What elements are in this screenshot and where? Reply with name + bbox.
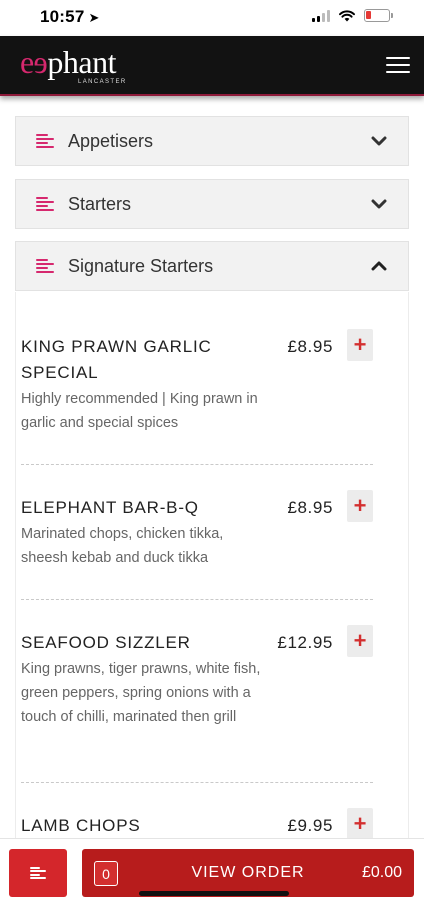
- item-name: KING PRAWN GARLIC SPECIAL: [21, 337, 212, 382]
- hamburger-menu-icon[interactable]: [386, 57, 410, 73]
- chevron-down-icon: [370, 195, 388, 213]
- menu-item-seafood-sizzler: SEAFOOD SIZZLER King prawns, tiger prawn…: [21, 625, 373, 729]
- category-signature-starters[interactable]: Signature Starters: [15, 241, 409, 291]
- menu-item-lamb-chops: LAMB CHOPS £9.95 +: [21, 808, 373, 838]
- plus-icon: +: [353, 493, 367, 518]
- category-starters[interactable]: Starters: [15, 179, 409, 229]
- location-arrow-icon: ➤: [88, 10, 100, 25]
- cellular-signal-icon: [312, 9, 330, 22]
- menu-lines-icon: [36, 134, 54, 148]
- item-name: ELEPHANT BAR-B-Q: [21, 498, 199, 517]
- menu-item-king-prawn-garlic-special: KING PRAWN GARLIC SPECIAL Highly recomme…: [21, 329, 373, 435]
- status-bar: 10:57 ➤: [0, 0, 424, 36]
- logo-subtitle: LANCASTER: [78, 79, 127, 85]
- item-price: £8.95: [287, 337, 333, 356]
- home-indicator: [139, 891, 289, 896]
- status-time: 10:57 ➤: [40, 7, 100, 27]
- chevron-up-icon: [370, 257, 388, 275]
- item-divider: [21, 782, 373, 783]
- plus-icon: +: [353, 332, 367, 357]
- elephant-logo[interactable]: eephant LANCASTER: [20, 44, 125, 85]
- item-name: LAMB CHOPS: [21, 816, 141, 835]
- add-item-button[interactable]: +: [347, 329, 373, 361]
- status-time-text: 10:57: [40, 7, 85, 26]
- menu-lines-icon: [36, 259, 54, 273]
- item-divider: [21, 599, 373, 600]
- add-item-button[interactable]: +: [347, 808, 373, 838]
- add-item-button[interactable]: +: [347, 490, 373, 522]
- item-divider: [21, 464, 373, 465]
- add-item-button[interactable]: +: [347, 625, 373, 657]
- category-label: Appetisers: [68, 130, 154, 151]
- category-appetisers[interactable]: Appetisers: [15, 116, 409, 166]
- item-description: Highly recommended | King prawn in garli…: [21, 391, 258, 431]
- category-label: Starters: [68, 193, 132, 214]
- item-price: £12.95: [277, 633, 333, 652]
- wifi-icon: [339, 10, 355, 22]
- menu-lines-icon: [36, 197, 54, 211]
- status-icons: [312, 9, 393, 22]
- menu-lines-icon: [30, 867, 46, 879]
- view-order-button[interactable]: 0 VIEW ORDER £0.00: [82, 849, 414, 897]
- item-description: Marinated chops, chicken tikka, sheesh k…: [21, 526, 224, 566]
- plus-icon: +: [353, 628, 367, 653]
- order-total: £0.00: [361, 864, 402, 881]
- item-price: £8.95: [287, 498, 333, 517]
- menu-item-elephant-bar-b-q: ELEPHANT BAR-B-Q Marinated chops, chicke…: [21, 490, 373, 570]
- item-name: SEAFOOD SIZZLER: [21, 633, 191, 652]
- plus-icon: +: [353, 811, 367, 836]
- chevron-down-icon: [370, 132, 388, 150]
- battery-icon: [364, 9, 393, 22]
- order-footer: 0 VIEW ORDER £0.00: [0, 838, 424, 897]
- category-menu-button[interactable]: [9, 849, 67, 897]
- item-price: £9.95: [287, 816, 333, 835]
- item-description: King prawns, tiger prawns, white fish, g…: [21, 661, 261, 725]
- menu-content: Appetisers Starters Signature Starters K…: [0, 98, 424, 838]
- app-header: eephant LANCASTER: [0, 36, 424, 96]
- category-label: Signature Starters: [68, 255, 214, 276]
